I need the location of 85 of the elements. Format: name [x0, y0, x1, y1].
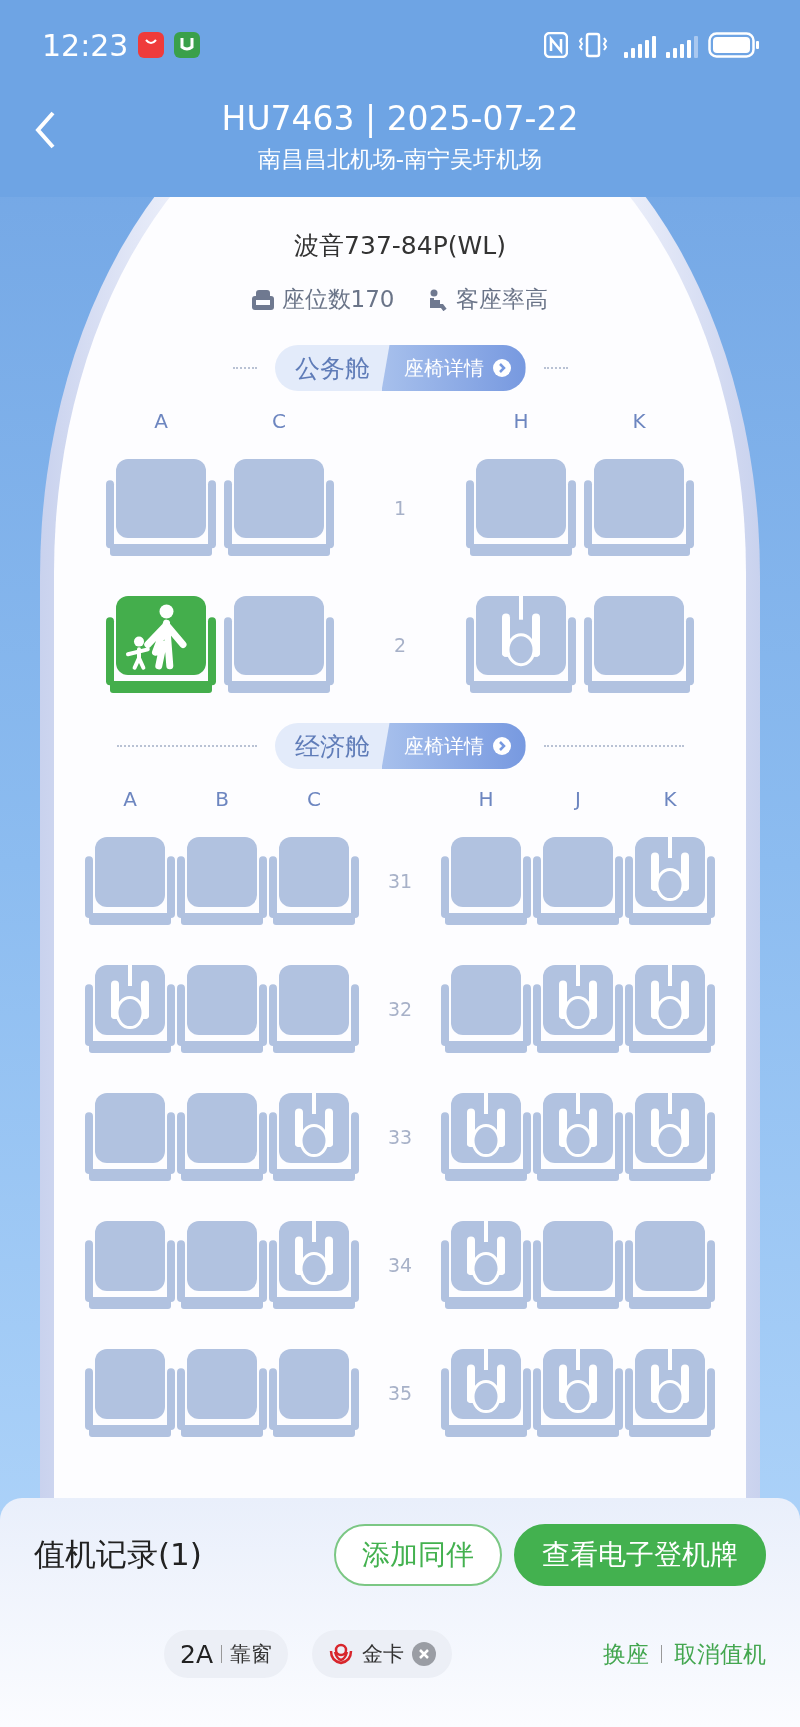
row-number: 32: [387, 998, 413, 1020]
column-letter: C: [307, 787, 321, 813]
person-icon: [428, 288, 449, 311]
back-button[interactable]: [34, 110, 56, 150]
seat-icon[interactable]: [177, 1221, 267, 1309]
column-letter: H: [478, 787, 494, 813]
occupied-seat-icon[interactable]: [533, 1093, 623, 1181]
seat-icon[interactable]: [269, 1349, 359, 1437]
load-factor: 客座率高: [456, 285, 549, 314]
vibrate-icon: [578, 32, 608, 58]
occupied-seat-icon[interactable]: [441, 1221, 531, 1309]
flight-title: HU7463 | 2025-07-22: [221, 98, 579, 138]
seat-icon[interactable]: [625, 1221, 715, 1309]
chevron-right-icon: [491, 358, 512, 378]
seat-icon[interactable]: [584, 459, 694, 556]
seat-icon[interactable]: [224, 459, 334, 556]
seat-icon[interactable]: [269, 837, 359, 925]
seat-icon[interactable]: [224, 596, 334, 693]
occupied-seat-icon[interactable]: [625, 1093, 715, 1181]
occupied-seat-icon[interactable]: [533, 1349, 623, 1437]
seat-icon[interactable]: [85, 1093, 175, 1181]
aircraft-model: 波音737-84P(WL): [294, 230, 506, 262]
seat-icon[interactable]: [177, 837, 267, 925]
seat-icon[interactable]: [177, 965, 267, 1053]
row-number: 33: [387, 1126, 413, 1148]
occupied-seat-icon[interactable]: [85, 965, 175, 1053]
occupied-seat-icon[interactable]: [269, 1221, 359, 1309]
seat-icon[interactable]: [584, 596, 694, 693]
row-number: 34: [387, 1254, 413, 1276]
column-letter: A: [154, 409, 168, 435]
seat-icon[interactable]: [177, 1349, 267, 1437]
membership-level: 金卡: [362, 1641, 404, 1668]
seat-icon[interactable]: [177, 1093, 267, 1181]
seat-icon[interactable]: [466, 459, 576, 556]
cabin-name: 经济舱: [293, 730, 371, 763]
row-number: 1: [393, 496, 407, 519]
occupied-seat-icon[interactable]: [466, 596, 576, 693]
column-letter: J: [575, 787, 581, 813]
seat-details-button[interactable]: 座椅详情: [381, 345, 526, 391]
checkin-title: 值机记录(1): [34, 1535, 202, 1574]
status-time: 12:23: [42, 27, 129, 63]
column-letter: C: [272, 409, 286, 435]
row-number: 31: [387, 870, 413, 892]
column-letter: K: [663, 787, 677, 813]
column-letter: B: [215, 787, 229, 813]
change-seat-link[interactable]: 换座: [603, 1638, 649, 1670]
seat-icon: [251, 289, 274, 310]
app-icon: [138, 32, 165, 58]
occupied-seat-icon[interactable]: [625, 1349, 715, 1437]
close-icon[interactable]: [412, 1642, 436, 1666]
cancel-checkin-link[interactable]: 取消值机: [674, 1638, 766, 1670]
boarding-pass-button[interactable]: 查看电子登机牌: [514, 1524, 766, 1586]
seat-icon[interactable]: [533, 1221, 623, 1309]
seat-number: 2A: [180, 1639, 213, 1669]
seat-icon[interactable]: [533, 837, 623, 925]
occupied-seat-icon[interactable]: [441, 1349, 531, 1437]
add-companion-button[interactable]: 添加同伴: [334, 1524, 502, 1586]
battery-icon: [708, 32, 760, 58]
airline-logo-icon: [328, 1643, 354, 1665]
occupied-seat-icon[interactable]: [533, 965, 623, 1053]
row-number: 35: [387, 1382, 413, 1404]
seat-icon[interactable]: [85, 1221, 175, 1309]
app-icon: [174, 32, 201, 58]
occupied-seat-icon[interactable]: [625, 837, 715, 925]
row-number: 2: [393, 633, 407, 656]
seat-icon[interactable]: [85, 1349, 175, 1437]
seat-icon[interactable]: [441, 965, 531, 1053]
seat-details-button[interactable]: 座椅详情: [381, 723, 526, 769]
family-seat-icon[interactable]: [106, 596, 216, 693]
column-letter: K: [632, 409, 646, 435]
seat-icon[interactable]: [441, 837, 531, 925]
route-text: 南昌昌北机场-南宁吴圩机场: [257, 144, 543, 174]
seat-count: 座位数170: [281, 285, 395, 314]
occupied-seat-icon[interactable]: [441, 1093, 531, 1181]
chevron-right-icon: [491, 736, 512, 756]
seat-icon[interactable]: [85, 837, 175, 925]
occupied-seat-icon[interactable]: [625, 965, 715, 1053]
cabin-name: 公务舱: [293, 352, 371, 385]
seat-icon[interactable]: [106, 459, 216, 556]
seat-type: 靠窗: [230, 1641, 272, 1668]
column-letter: H: [513, 409, 529, 435]
seat-icon[interactable]: [269, 965, 359, 1053]
nfc-icon: [544, 32, 568, 58]
occupied-seat-icon[interactable]: [269, 1093, 359, 1181]
column-letter: A: [123, 787, 137, 813]
